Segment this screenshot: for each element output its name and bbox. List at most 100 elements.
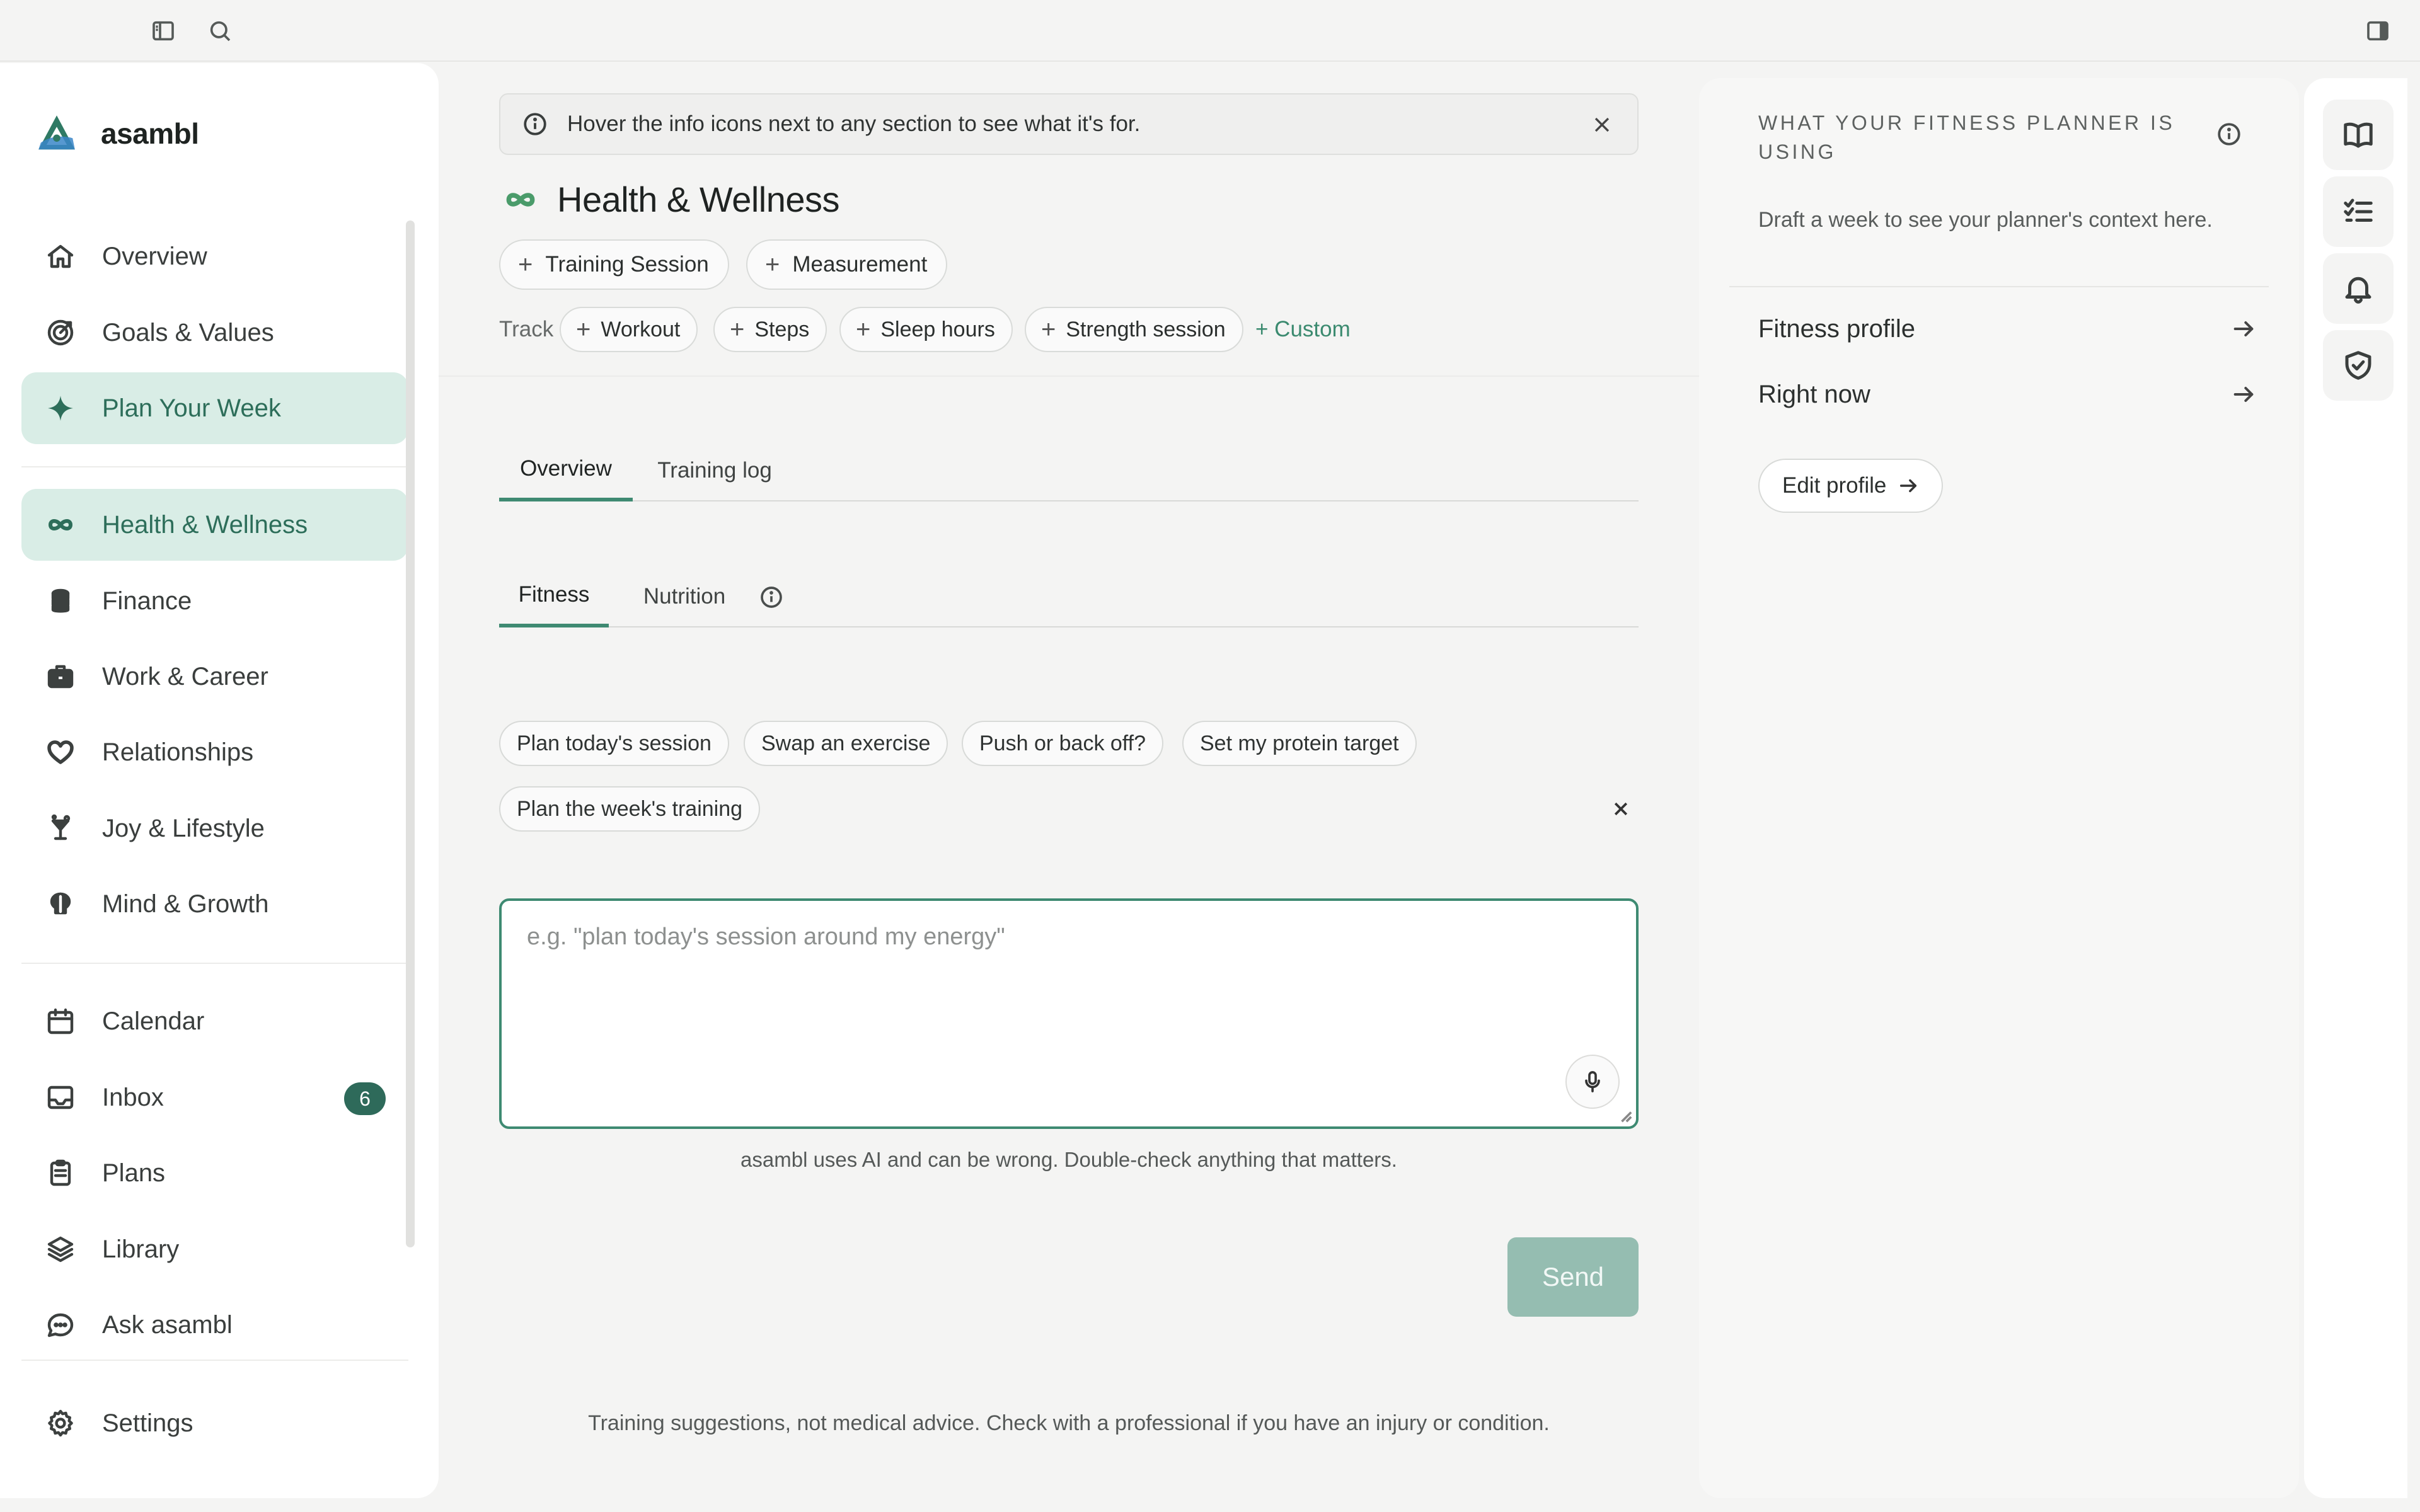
context-panel: What your fitness planner is using Draft… bbox=[1699, 78, 2299, 1498]
track-sleep-hours-button[interactable]: + Sleep hours bbox=[839, 307, 1013, 352]
plus-icon: + bbox=[518, 251, 533, 278]
context-row-label: Right now bbox=[1758, 380, 1870, 408]
suggestion-chip[interactable]: Push or back off? bbox=[962, 721, 1163, 766]
bell-icon bbox=[2345, 277, 2371, 304]
sidebar-item-settings[interactable]: Settings bbox=[21, 1387, 408, 1459]
sidebar-toggle-icon[interactable] bbox=[149, 16, 178, 45]
tab-fitness[interactable]: Fitness bbox=[499, 566, 609, 627]
info-banner: Hover the info icons next to any section… bbox=[499, 93, 1639, 155]
voice-input-button[interactable] bbox=[1565, 1055, 1620, 1109]
sidebar-item-label: Plan Your Week bbox=[102, 394, 281, 422]
context-row-right-now[interactable]: Right now bbox=[1758, 375, 2256, 413]
cocktail-icon bbox=[44, 812, 77, 845]
send-button[interactable]: Send bbox=[1507, 1237, 1639, 1317]
suggestion-chip[interactable]: Plan today's session bbox=[499, 721, 729, 766]
sidebar-item-label: Finance bbox=[102, 587, 192, 615]
tab-overview[interactable]: Overview bbox=[499, 440, 633, 501]
tab-nutrition[interactable]: Nutrition bbox=[621, 566, 747, 627]
sidebar-item-label: Calendar bbox=[102, 1007, 205, 1035]
track-strength-session-button[interactable]: + Strength session bbox=[1025, 307, 1243, 352]
sidebar-item-work-career[interactable]: Work & Career bbox=[21, 641, 408, 713]
dismiss-suggestions-button[interactable] bbox=[1608, 796, 1634, 822]
clipboard-icon bbox=[44, 1157, 77, 1189]
sidebar-item-relationships[interactable]: Relationships bbox=[21, 716, 408, 788]
right-panel-toggle-icon[interactable] bbox=[2363, 16, 2392, 45]
button-label: Steps bbox=[754, 317, 810, 341]
open-book-icon bbox=[2344, 122, 2373, 148]
briefcase-icon bbox=[44, 660, 77, 693]
arrow-right-icon bbox=[1900, 479, 1917, 493]
rail-notifications-button[interactable] bbox=[2323, 253, 2394, 324]
track-label: Track bbox=[499, 317, 554, 341]
sidebar-item-label: Ask asambl bbox=[102, 1310, 233, 1339]
shield-check-icon bbox=[2345, 351, 2371, 380]
sidebar-item-mind-growth[interactable]: Mind & Growth bbox=[21, 868, 408, 940]
button-label: Edit profile bbox=[1782, 473, 1887, 498]
search-icon[interactable] bbox=[205, 16, 234, 45]
info-banner-text: Hover the info icons next to any section… bbox=[567, 112, 1141, 136]
sidebar-item-health-wellness[interactable]: Health & Wellness bbox=[21, 489, 408, 561]
context-info-icon[interactable] bbox=[2216, 121, 2244, 149]
arrow-right-icon bbox=[2233, 387, 2254, 402]
rail-privacy-button[interactable] bbox=[2323, 330, 2394, 401]
close-banner-button[interactable] bbox=[1589, 112, 1615, 137]
sidebar-item-goals-values[interactable]: Goals & Values bbox=[21, 297, 408, 369]
sidebar-item-library[interactable]: Library bbox=[21, 1213, 408, 1285]
page-title-text: Health & Wellness bbox=[557, 180, 840, 219]
add-custom-tracker-link[interactable]: + Custom bbox=[1255, 317, 1351, 342]
sidebar-item-inbox[interactable]: Inbox 6 bbox=[21, 1062, 408, 1133]
close-icon bbox=[1614, 802, 1628, 816]
sidebar-item-label: Joy & Lifestyle bbox=[102, 814, 265, 842]
plus-icon: + bbox=[765, 251, 780, 278]
sidebar-item-ask-asambl[interactable]: Ask asambl bbox=[21, 1289, 408, 1361]
infinity-icon bbox=[506, 192, 535, 207]
sidebar-item-label: Inbox bbox=[102, 1083, 164, 1111]
coins-icon bbox=[44, 585, 77, 617]
track-workout-button[interactable]: + Workout bbox=[560, 307, 698, 352]
suggestion-chip[interactable]: Plan the week's training bbox=[499, 786, 761, 832]
tab-training-log[interactable]: Training log bbox=[645, 440, 784, 501]
subtabs-info-icon[interactable] bbox=[759, 585, 784, 610]
suggestion-chip[interactable]: Set my protein target bbox=[1182, 721, 1417, 766]
rail-checklist-button[interactable] bbox=[2323, 176, 2394, 247]
asambl-logo-icon bbox=[38, 115, 75, 150]
suggestion-chip[interactable]: Swap an exercise bbox=[744, 721, 948, 766]
plus-icon: + bbox=[1041, 316, 1056, 343]
plus-icon: + bbox=[576, 316, 591, 343]
rail-library-button[interactable] bbox=[2323, 100, 2394, 170]
heart-icon bbox=[44, 736, 77, 769]
layers-icon bbox=[44, 1233, 77, 1266]
sidebar-item-plans[interactable]: Plans bbox=[21, 1137, 408, 1209]
top-bar bbox=[0, 0, 2420, 62]
sidebar-divider bbox=[21, 1360, 408, 1361]
sidebar-scrollbar[interactable] bbox=[406, 220, 415, 1247]
edit-profile-button[interactable]: Edit profile bbox=[1758, 459, 1944, 513]
prompt-composer bbox=[499, 898, 1639, 1129]
track-steps-button[interactable]: + Steps bbox=[713, 307, 827, 352]
context-row-fitness-profile[interactable]: Fitness profile bbox=[1758, 310, 2256, 348]
button-label: Measurement bbox=[792, 252, 928, 277]
add-measurement-button[interactable]: + Measurement bbox=[746, 239, 948, 290]
microphone-icon bbox=[1585, 1071, 1600, 1092]
add-training-session-button[interactable]: + Training Session bbox=[499, 239, 729, 290]
sidebar-item-plan-your-week[interactable]: Plan Your Week bbox=[21, 372, 408, 444]
sidebar-item-overview[interactable]: Overview bbox=[21, 220, 408, 292]
sidebar-divider bbox=[21, 466, 408, 467]
prompt-input[interactable] bbox=[527, 924, 1598, 1075]
sidebar-divider bbox=[21, 963, 408, 964]
sidebar-item-joy-lifestyle[interactable]: Joy & Lifestyle bbox=[21, 793, 408, 864]
inbox-icon bbox=[44, 1081, 77, 1114]
sidebar-item-label: Plans bbox=[102, 1159, 166, 1187]
button-label: Training Session bbox=[545, 252, 709, 277]
context-divider bbox=[1729, 286, 2269, 287]
sidebar-item-calendar[interactable]: Calendar bbox=[21, 985, 408, 1057]
brand[interactable]: asambl bbox=[34, 108, 199, 159]
sidebar-item-label: Library bbox=[102, 1235, 180, 1263]
main-tabs: Overview Training log bbox=[499, 440, 1639, 501]
context-empty-note: Draft a week to see your planner's conte… bbox=[1758, 208, 2213, 232]
sidebar-item-finance[interactable]: Finance bbox=[21, 565, 408, 637]
app-root: asambl Overview Goals & Values Plan Your… bbox=[0, 0, 2420, 1512]
resize-handle-icon[interactable] bbox=[1618, 1109, 1632, 1123]
sidebar-item-label: Overview bbox=[102, 242, 207, 270]
sidebar-item-label: Goals & Values bbox=[102, 318, 274, 346]
